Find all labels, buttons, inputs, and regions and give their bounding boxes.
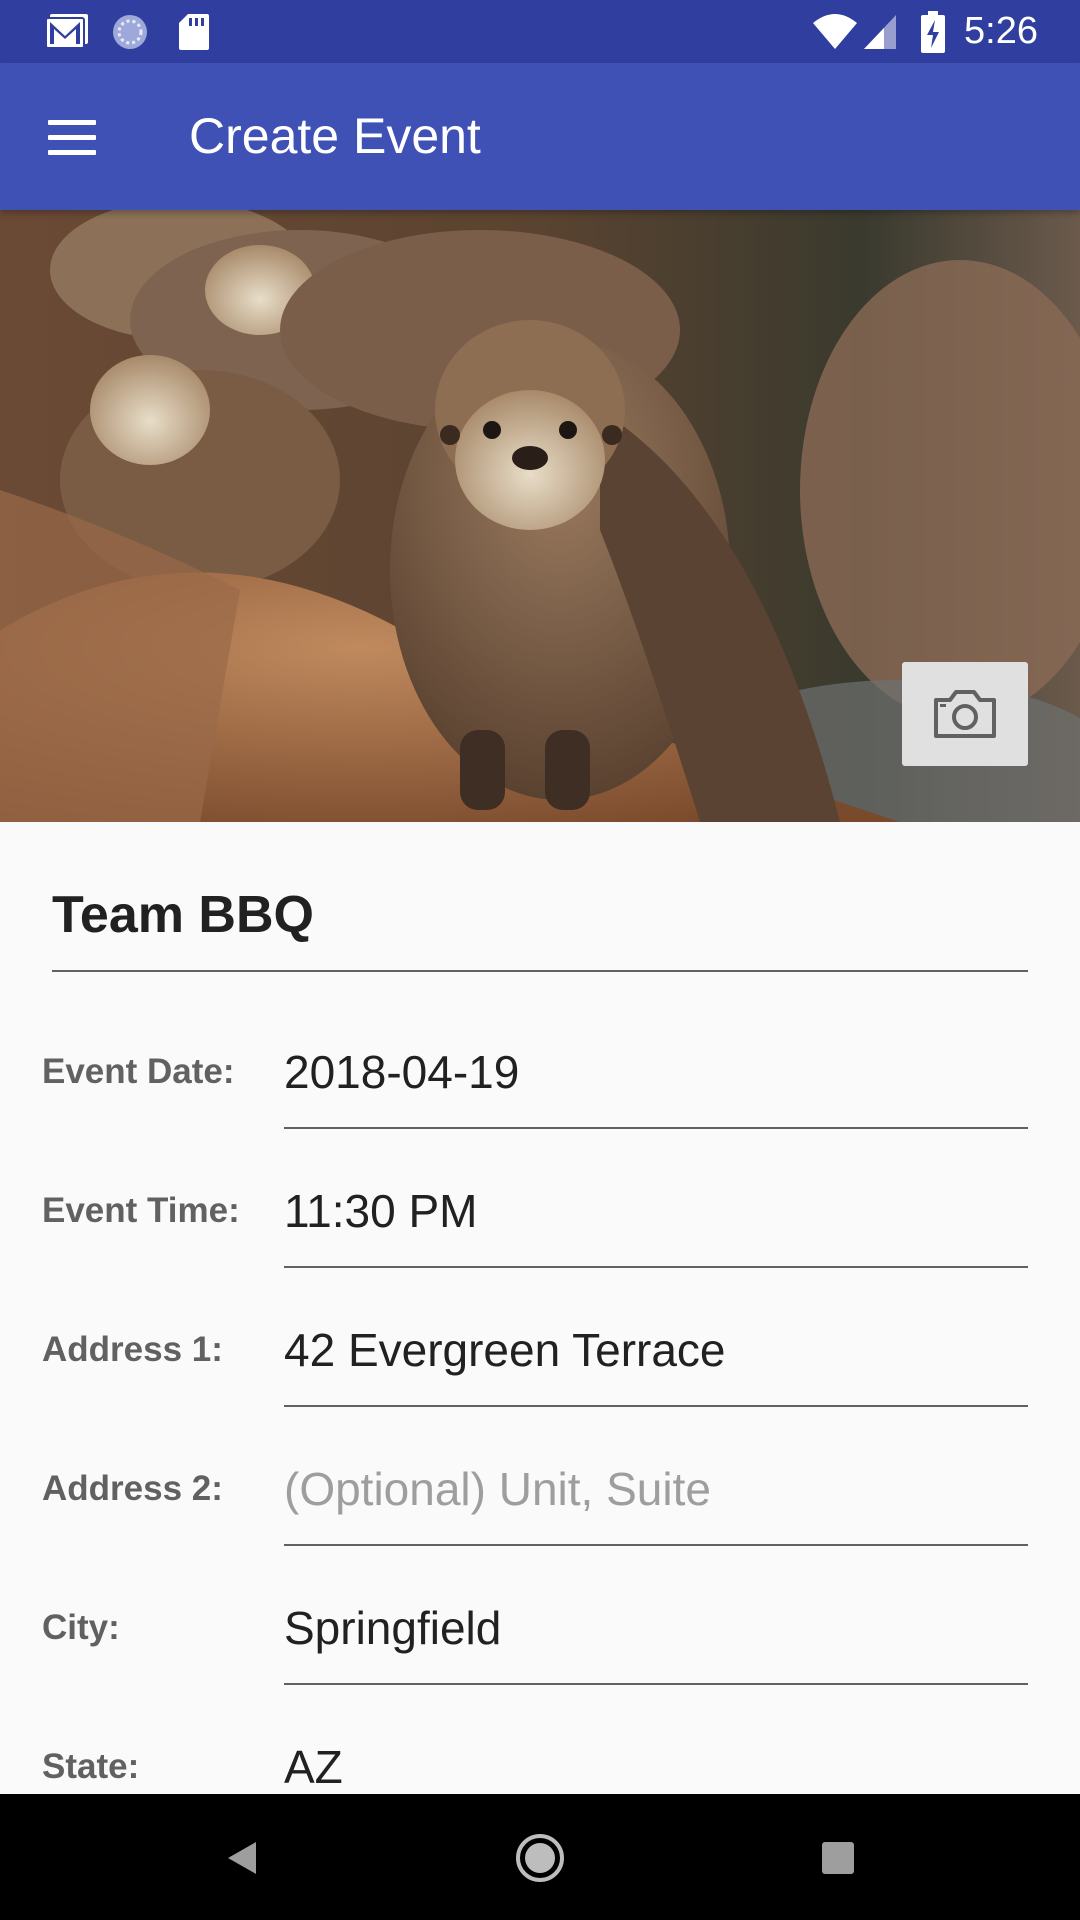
camera-icon [934,690,996,738]
sd-card-icon [178,0,210,63]
city-row: City: Springfield [0,1573,1080,1685]
clock: 5:26 [964,10,1038,52]
event-date-input[interactable]: 2018-04-19 [284,1017,1028,1129]
city-label: City: [42,1608,120,1647]
city-input[interactable]: Springfield [284,1573,1028,1685]
event-date-row: Event Date: 2018-04-19 [0,1017,1080,1129]
page-title: Create Event [189,108,481,164]
address1-label: Address 1: [42,1330,223,1369]
battery-charging-icon [920,0,946,63]
app-bar: Create Event [0,63,1080,210]
event-time-input[interactable]: 11:30 PM [284,1156,1028,1268]
gmail-icon [44,0,92,63]
change-photo-button[interactable] [902,662,1028,766]
event-time-row: Event Time: 11:30 PM [0,1156,1080,1268]
event-time-label: Event Time: [42,1191,240,1230]
status-bar: 5:26 [0,0,1080,63]
back-icon[interactable] [202,1822,282,1894]
wifi-icon [812,0,858,63]
sync-icon [110,0,150,63]
address1-row: Address 1: 42 Evergreen Terrace [0,1295,1080,1407]
address1-input[interactable]: 42 Evergreen Terrace [284,1295,1028,1407]
address2-label: Address 2: [42,1469,223,1508]
navigation-bar [0,1794,1080,1920]
address2-row: Address 2: (Optional) Unit, Suite [0,1434,1080,1546]
hamburger-menu-icon[interactable] [40,107,104,167]
signal-icon [862,0,898,63]
recents-icon[interactable] [798,1822,878,1894]
address2-input[interactable]: (Optional) Unit, Suite [284,1434,1028,1546]
event-name-input[interactable]: Team BBQ [52,860,1028,972]
home-icon[interactable] [500,1822,580,1894]
event-date-label: Event Date: [42,1052,235,1091]
